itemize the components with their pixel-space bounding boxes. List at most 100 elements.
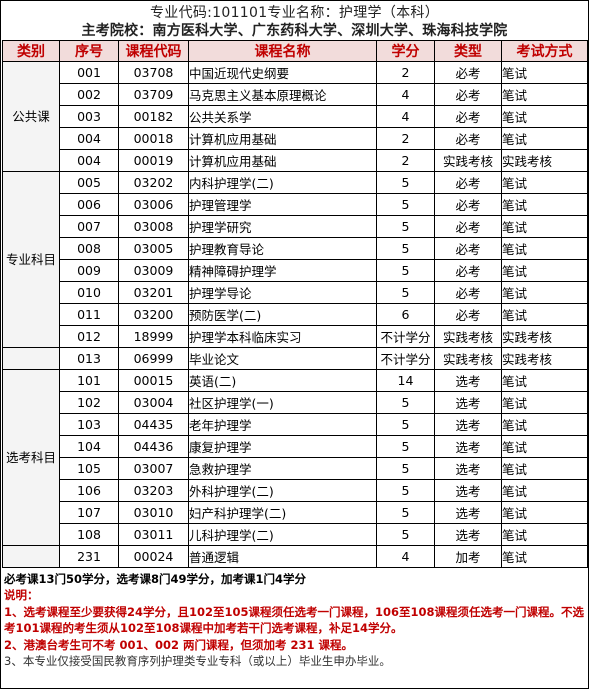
table-header-row: 类别 序号 课程代码 课程名称 学分 类型 考试方式 — [2, 40, 588, 62]
notes: 必考课13门50学分，选考课8门49学分，加考课1门4学分 说明： 1、选考课程… — [4, 571, 585, 669]
course-exam: 笔试 — [501, 61, 588, 84]
course-code: 00024 — [118, 545, 189, 568]
course-exam: 笔试 — [501, 281, 588, 304]
table-row: 007 03008 护理学研究 5 必考 笔试 — [3, 215, 588, 238]
course-exam: 实践考核 — [501, 347, 588, 370]
note-2: 2、港澳台考生可不考 001、002 两门课程，但须加考 231 课程。 — [4, 637, 354, 652]
course-name: 急救护理学 — [188, 457, 377, 480]
course-name: 儿科护理学(二) — [188, 523, 377, 546]
course-exam: 笔试 — [501, 237, 588, 260]
course-code: 03202 — [118, 171, 189, 194]
table-row: 106 03203 外科护理学(二) 5 选考 笔试 — [3, 479, 588, 502]
course-code: 04435 — [118, 413, 189, 436]
course-type: 选考 — [434, 391, 502, 414]
course-name: 公共关系学 — [188, 105, 377, 128]
course-exam: 笔试 — [501, 501, 588, 524]
course-seq: 107 — [59, 501, 119, 524]
header: 专业代码:101101专业名称：护理学（本科） 主考院校：南方医科大学、广东药科… — [1, 1, 588, 40]
course-seq: 106 — [59, 479, 119, 502]
note-1: 1、选考课程至少要获得24学分，且102至105课程须任选考一门课程，106至1… — [4, 604, 585, 636]
course-code: 00015 — [118, 369, 189, 392]
course-exam: 笔试 — [501, 545, 588, 568]
course-credit: 5 — [376, 479, 435, 502]
course-seq: 010 — [59, 281, 119, 304]
table-row: 专业科目 005 03202 内科护理学(二) 5 必考 笔试 — [2, 171, 588, 348]
course-code: 00182 — [118, 105, 189, 128]
course-code: 03004 — [118, 391, 189, 414]
course-credit: 5 — [376, 193, 435, 216]
course-name: 护理管理学 — [188, 193, 377, 216]
course-exam: 笔试 — [501, 435, 588, 458]
course-seq: 011 — [59, 303, 119, 326]
course-type: 必考 — [434, 171, 502, 194]
col-header-exam: 考试方式 — [501, 40, 588, 62]
course-type: 选考 — [434, 369, 502, 392]
course-type: 加考 — [434, 545, 502, 568]
course-type: 必考 — [434, 127, 502, 150]
course-seq: 104 — [59, 435, 119, 458]
course-exam: 实践考核 — [501, 149, 588, 172]
course-name: 英语(二) — [188, 369, 377, 392]
course-code: 03007 — [118, 457, 189, 480]
col-header-category: 类别 — [2, 40, 60, 62]
course-exam: 笔试 — [501, 171, 588, 194]
course-credit: 5 — [376, 413, 435, 436]
course-exam: 笔试 — [501, 523, 588, 546]
table-row: 104 04436 康复护理学 5 选考 笔试 — [3, 435, 588, 458]
table-row: 010 03201 护理学导论 5 必考 笔试 — [3, 281, 588, 304]
col-header-code: 课程代码 — [118, 40, 189, 62]
table-row: 231 00024 普通逻辑 4 加考 笔试 — [2, 545, 588, 568]
table-row: 004 00019 计算机应用基础 2 实践考核 实践考核 — [3, 149, 588, 172]
course-name: 护理教育导论 — [188, 237, 377, 260]
course-exam: 笔试 — [501, 83, 588, 106]
course-credit: 6 — [376, 303, 435, 326]
course-name: 妇产科护理学(二) — [188, 501, 377, 524]
table-row: 008 03005 护理教育导论 5 必考 笔试 — [3, 237, 588, 260]
course-seq: 009 — [59, 259, 119, 282]
table-row: 004 00018 计算机应用基础 2 必考 笔试 — [3, 127, 588, 150]
category-cell: 公共课 — [2, 61, 60, 172]
course-seq: 102 — [59, 391, 119, 414]
course-seq: 002 — [59, 83, 119, 106]
course-exam: 笔试 — [501, 259, 588, 282]
course-code: 06999 — [118, 347, 189, 370]
course-code: 18999 — [118, 325, 189, 348]
course-exam: 笔试 — [501, 369, 588, 392]
course-exam: 实践考核 — [501, 325, 588, 348]
table-row: 003 00182 公共关系学 4 必考 笔试 — [3, 105, 588, 128]
table-row: 012 18999 护理学本科临床实习 不计学分 实践考核 实践考核 — [3, 325, 588, 348]
course-credit: 不计学分 — [376, 325, 435, 348]
course-exam: 笔试 — [501, 215, 588, 238]
course-credit: 5 — [376, 391, 435, 414]
course-credit: 4 — [376, 83, 435, 106]
course-code: 03200 — [118, 303, 189, 326]
course-seq: 007 — [59, 215, 119, 238]
course-seq: 013 — [59, 347, 119, 370]
category-cell: 专业科目 — [2, 171, 60, 348]
course-seq: 103 — [59, 413, 119, 436]
course-name: 护理学导论 — [188, 281, 377, 304]
course-exam: 笔试 — [501, 413, 588, 436]
table-row: 009 03009 精神障碍护理学 5 必考 笔试 — [3, 259, 588, 282]
course-code: 03011 — [118, 523, 189, 546]
category-cell: 选考科目 — [2, 369, 60, 546]
course-type: 必考 — [434, 215, 502, 238]
course-code: 03708 — [118, 61, 189, 84]
course-type: 实践考核 — [434, 149, 502, 172]
course-seq: 005 — [59, 171, 119, 194]
table-row: 103 04435 老年护理学 5 选考 笔试 — [3, 413, 588, 436]
course-seq: 004 — [59, 127, 119, 150]
course-code: 03709 — [118, 83, 189, 106]
table-row: 013 06999 毕业论文 不计学分 实践考核 实践考核 — [2, 347, 588, 370]
course-credit: 不计学分 — [376, 347, 435, 370]
course-exam: 笔试 — [501, 105, 588, 128]
host-universities-line: 主考院校：南方医科大学、广东药科大学、深圳大学、珠海科技学院 — [81, 23, 508, 39]
course-type: 实践考核 — [434, 347, 502, 370]
course-name: 中国近现代史纲要 — [188, 61, 377, 84]
course-type: 实践考核 — [434, 325, 502, 348]
course-table: 类别 序号 课程代码 课程名称 学分 类型 考试方式 公共课 001 03708 中国… — [2, 40, 588, 568]
course-seq: 101 — [59, 369, 119, 392]
course-name: 社区护理学(一) — [188, 391, 377, 414]
course-name: 普通逻辑 — [188, 545, 377, 568]
course-type: 必考 — [434, 259, 502, 282]
